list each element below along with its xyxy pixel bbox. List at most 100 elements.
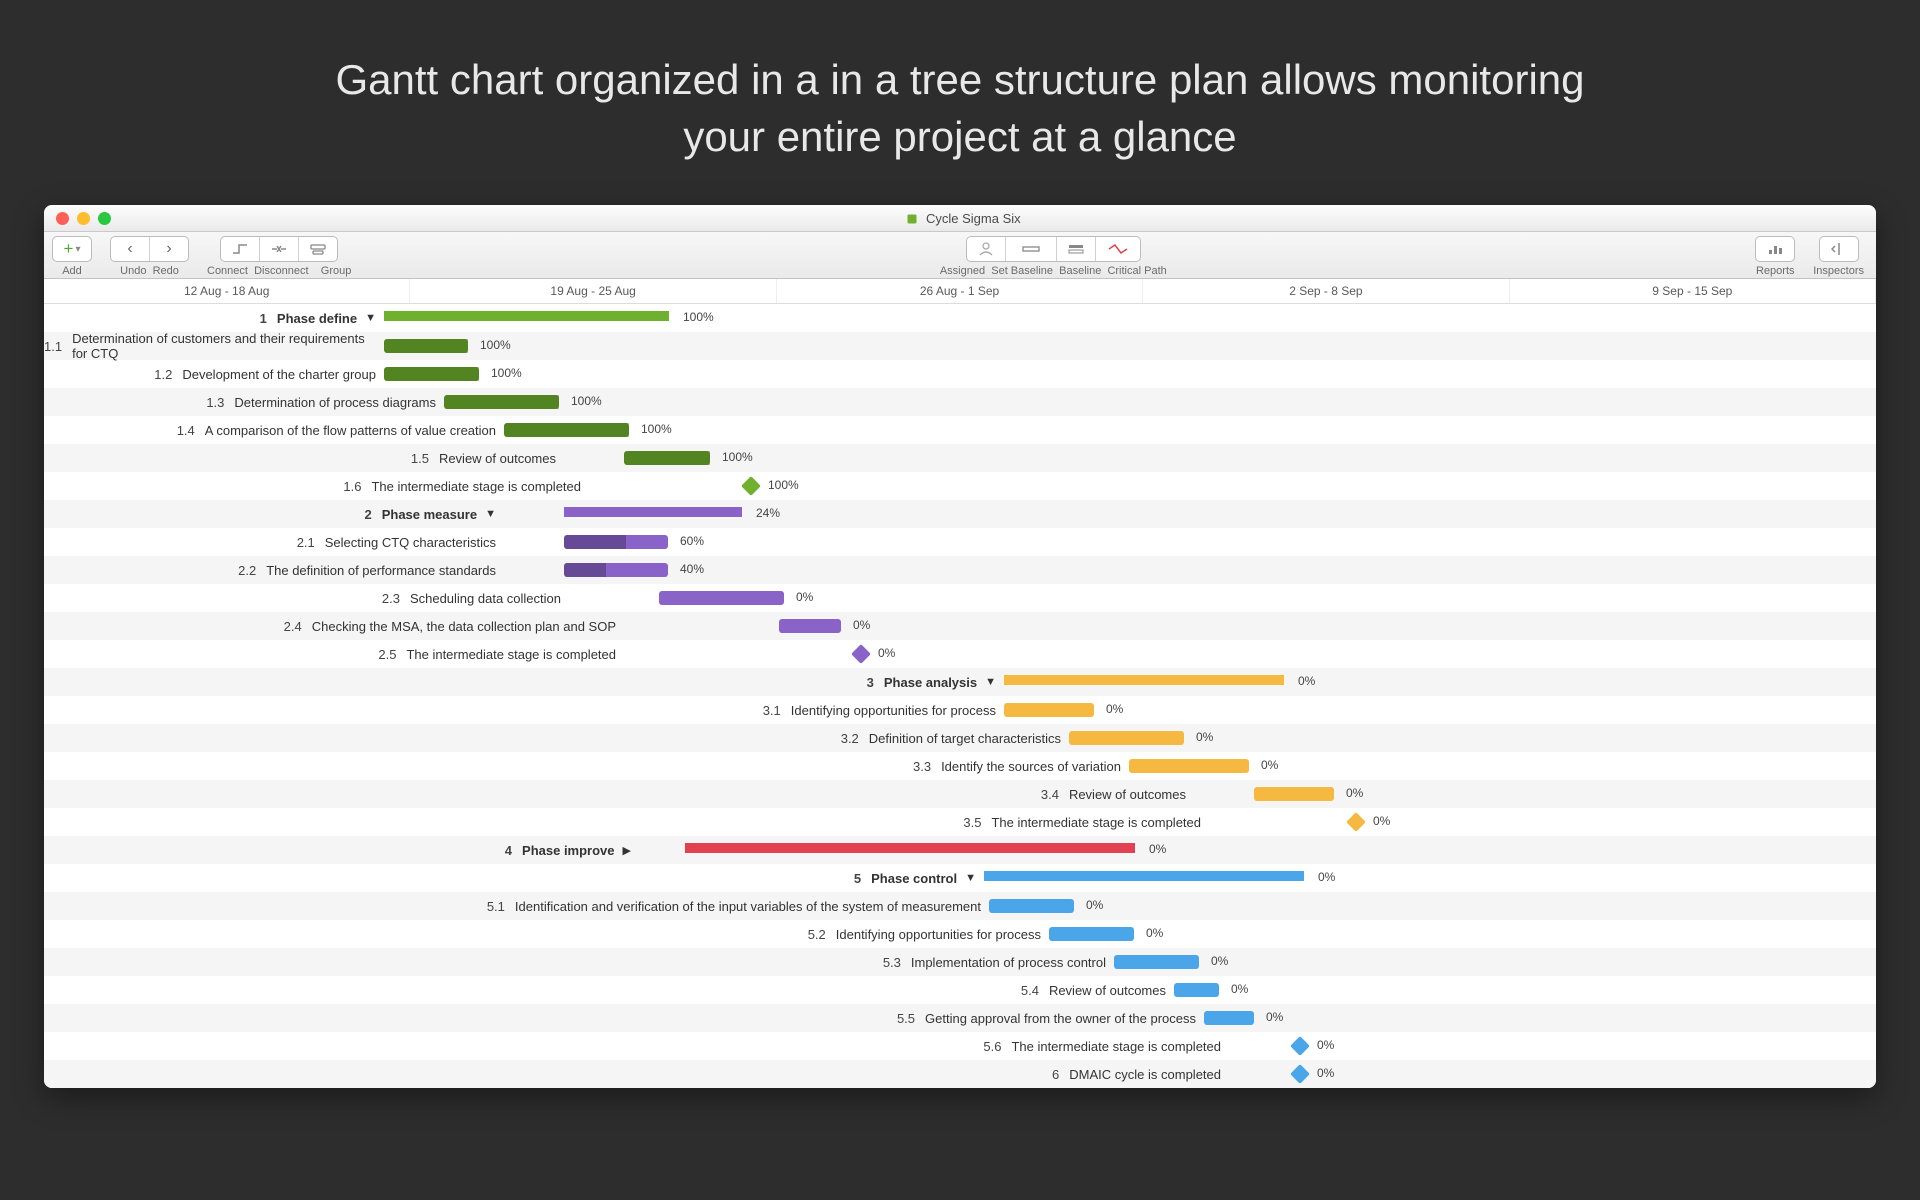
gantt-cell: 0% [624, 640, 1876, 668]
gantt-row[interactable]: 5.5Getting approval from the owner of th… [44, 1004, 1876, 1032]
task-bar[interactable] [1254, 787, 1334, 801]
gantt-row[interactable]: 2Phase measure▼24% [44, 500, 1876, 528]
gantt-row[interactable]: 3Phase analysis▼0% [44, 668, 1876, 696]
group-button[interactable] [299, 237, 337, 261]
gantt-row[interactable]: 5.1Identification and verification of th… [44, 892, 1876, 920]
task-bar[interactable] [659, 591, 784, 605]
maximize-icon[interactable] [98, 212, 111, 225]
add-button[interactable]: +▾ [53, 237, 91, 261]
gantt-row[interactable]: 6DMAIC cycle is completed0% [44, 1060, 1876, 1088]
task-bar[interactable] [1069, 731, 1184, 745]
gantt-row[interactable]: 3.2Definition of target characteristics0… [44, 724, 1876, 752]
gantt-row[interactable]: 5.6The intermediate stage is completed0% [44, 1032, 1876, 1060]
gantt-cell: 100% [444, 388, 1876, 416]
task-bar[interactable] [779, 619, 841, 633]
gantt-row[interactable]: 2.5The intermediate stage is completed0% [44, 640, 1876, 668]
task-bar[interactable] [564, 563, 668, 577]
disclosure-icon[interactable]: ▶ [623, 844, 631, 857]
gantt-cell: 100% [589, 472, 1876, 500]
task-bar[interactable] [1114, 955, 1199, 969]
task-label: 2Phase measure▼ [44, 500, 504, 528]
gantt-row[interactable]: 2.2The definition of performance standar… [44, 556, 1876, 584]
gantt-row[interactable]: 1.6The intermediate stage is completed10… [44, 472, 1876, 500]
baseline-button[interactable] [1057, 237, 1096, 261]
disclosure-icon[interactable]: ▼ [985, 676, 996, 688]
disclosure-icon[interactable]: ▼ [965, 872, 976, 884]
assigned-button[interactable] [967, 237, 1006, 261]
connect-button[interactable] [221, 237, 260, 261]
critical-path-button[interactable] [1096, 237, 1140, 261]
gantt-row[interactable]: 5Phase control▼0% [44, 864, 1876, 892]
gantt-cell: 40% [504, 556, 1876, 584]
percent-label: 0% [853, 618, 870, 632]
milestone-icon[interactable] [1290, 1036, 1310, 1056]
milestone-icon[interactable] [851, 644, 871, 664]
disconnect-button[interactable] [260, 237, 299, 261]
gantt-row[interactable]: 1Phase define▼100% [44, 304, 1876, 332]
task-bar[interactable] [1129, 759, 1249, 773]
task-bar[interactable] [1174, 983, 1219, 997]
task-label: 5Phase control▼ [44, 864, 984, 892]
inspectors-button[interactable] [1820, 237, 1858, 261]
task-bar[interactable] [444, 395, 559, 409]
task-label: 5.4Review of outcomes [44, 976, 1174, 1004]
percent-label: 100% [571, 394, 602, 408]
percent-label: 100% [491, 366, 522, 380]
disclosure-icon[interactable]: ▼ [485, 508, 496, 520]
task-bar[interactable] [384, 339, 468, 353]
gantt-row[interactable]: 1.2Development of the charter group100% [44, 360, 1876, 388]
task-bar[interactable] [1049, 927, 1134, 941]
gantt-row[interactable]: 5.2Identifying opportunities for process… [44, 920, 1876, 948]
gantt-cell: 0% [1129, 752, 1876, 780]
task-bar[interactable] [564, 535, 668, 549]
task-bar[interactable] [1204, 1011, 1254, 1025]
milestone-icon[interactable] [741, 476, 761, 496]
task-bar[interactable] [624, 451, 710, 465]
undo-button[interactable]: ‹ [111, 237, 150, 261]
reports-button[interactable] [1756, 237, 1794, 261]
task-bar[interactable] [384, 367, 479, 381]
task-bar[interactable] [504, 423, 629, 437]
gantt-row[interactable]: 1.5Review of outcomes100% [44, 444, 1876, 472]
percent-label: 0% [1086, 898, 1103, 912]
task-bar[interactable] [989, 899, 1074, 913]
summary-bar[interactable] [564, 507, 742, 517]
disclosure-icon[interactable]: ▼ [365, 312, 376, 324]
milestone-icon[interactable] [1346, 812, 1366, 832]
summary-bar[interactable] [1004, 675, 1284, 685]
gantt-row[interactable]: 3.1Identifying opportunities for process… [44, 696, 1876, 724]
gantt-row[interactable]: 3.4Review of outcomes0% [44, 780, 1876, 808]
gantt-row[interactable]: 2.4Checking the MSA, the data collection… [44, 612, 1876, 640]
gantt-row[interactable]: 5.4Review of outcomes0% [44, 976, 1876, 1004]
gantt-row[interactable]: 2.3Scheduling data collection0% [44, 584, 1876, 612]
summary-bar[interactable] [685, 843, 1135, 853]
percent-label: 100% [641, 422, 672, 436]
window-title: Cycle Sigma Six [111, 211, 1816, 226]
gantt-row[interactable]: 4Phase improve▶0% [44, 836, 1876, 864]
summary-bar[interactable] [384, 311, 669, 321]
gantt-row[interactable]: 3.5The intermediate stage is completed 0% [44, 808, 1876, 836]
gantt-row[interactable]: 2.1Selecting CTQ characteristics60% [44, 528, 1876, 556]
percent-label: 0% [1373, 814, 1390, 828]
summary-bar[interactable] [984, 871, 1304, 881]
gantt-cell: 0% [624, 612, 1876, 640]
task-label: 6DMAIC cycle is completed [44, 1060, 1229, 1088]
gantt-row[interactable]: 1.1Determination of customers and their … [44, 332, 1876, 360]
task-label: 3.5The intermediate stage is completed [44, 808, 1209, 836]
milestone-icon[interactable] [1290, 1064, 1310, 1084]
gantt-row[interactable]: 5.3Implementation of process control0% [44, 948, 1876, 976]
gantt-cell: 0% [1174, 976, 1876, 1004]
close-icon[interactable] [56, 212, 69, 225]
task-bar[interactable] [1004, 703, 1094, 717]
titlebar: Cycle Sigma Six [44, 205, 1876, 232]
gantt-cell: 24% [504, 500, 1876, 528]
set-baseline-button[interactable] [1006, 237, 1057, 261]
hero-text: Gantt chart organized in a in a tree str… [0, 0, 1920, 205]
gantt-row[interactable]: 1.3Determination of process diagrams100% [44, 388, 1876, 416]
redo-button[interactable]: › [150, 237, 188, 261]
minimize-icon[interactable] [77, 212, 90, 225]
gantt-cell: 0% [989, 892, 1876, 920]
gantt-row[interactable]: 3.3Identify the sources of variation0% [44, 752, 1876, 780]
percent-label: 100% [768, 478, 799, 492]
gantt-row[interactable]: 1.4A comparison of the flow patterns of … [44, 416, 1876, 444]
